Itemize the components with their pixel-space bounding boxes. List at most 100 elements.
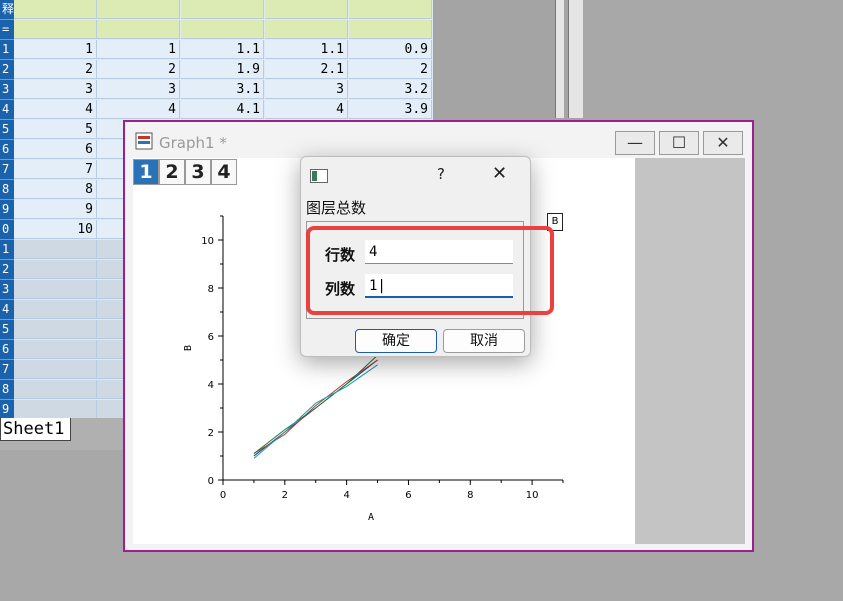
table-cell[interactable]: 0.9 <box>349 40 432 59</box>
graph-window-icon <box>135 132 153 150</box>
x-tick-label: 10 <box>526 490 539 501</box>
table-cell[interactable] <box>97 20 180 39</box>
table-cell[interactable]: 4 <box>97 100 180 119</box>
row-header[interactable]: 1 <box>0 240 14 260</box>
sheet-tab[interactable]: Sheet1 <box>0 418 72 441</box>
legend[interactable]: B <box>547 213 563 231</box>
table-cell[interactable]: 7 <box>14 160 97 179</box>
table-cell[interactable]: 10 <box>14 220 97 239</box>
maximize-button[interactable]: ☐ <box>659 131 699 155</box>
help-icon[interactable]: ? <box>437 165 445 183</box>
cols-input[interactable]: 1| <box>365 274 513 298</box>
row-header[interactable]: 5 <box>0 320 14 340</box>
table-cell[interactable] <box>14 260 97 279</box>
y-tick-label: 0 <box>208 476 214 487</box>
table-cell[interactable] <box>265 0 348 19</box>
table-cell[interactable]: 1.9 <box>181 60 264 79</box>
table-row: 释 <box>0 0 433 20</box>
table-cell[interactable] <box>14 360 97 379</box>
table-cell[interactable]: 9 <box>14 200 97 219</box>
table-row: 1 1 1 1.1 1.1 0.9 <box>0 40 433 60</box>
row-header[interactable]: 1 <box>0 40 14 60</box>
table-cell[interactable]: 4.1 <box>181 100 264 119</box>
table-cell[interactable]: 5 <box>14 120 97 139</box>
table-cell[interactable] <box>181 0 264 19</box>
row-header[interactable]: 7 <box>0 160 14 180</box>
close-button[interactable]: ✕ <box>703 131 743 155</box>
table-cell[interactable] <box>14 240 97 259</box>
minimize-button[interactable]: — <box>615 131 655 155</box>
table-cell[interactable]: 1 <box>14 40 97 59</box>
table-cell[interactable]: 1 <box>97 40 180 59</box>
row-header[interactable]: 9 <box>0 200 14 220</box>
row-header[interactable]: 7 <box>0 360 14 380</box>
table-cell[interactable] <box>97 0 180 19</box>
y-tick-label: 8 <box>208 284 214 295</box>
table-cell[interactable]: 2 <box>14 60 97 79</box>
table-cell[interactable]: 4 <box>14 100 97 119</box>
table-cell[interactable]: 8 <box>14 180 97 199</box>
y-tick-label: 4 <box>208 380 214 391</box>
row-header[interactable]: 4 <box>0 100 14 120</box>
table-row: 4 4 4 4.1 4 3.9 <box>0 100 433 120</box>
table-cell[interactable]: 3 <box>97 80 180 99</box>
table-cell[interactable] <box>14 400 97 419</box>
x-tick-label: 6 <box>405 490 411 501</box>
row-header[interactable]: 2 <box>0 60 14 80</box>
row-header[interactable]: 6 <box>0 140 14 160</box>
layer-tab-3[interactable]: 3 <box>185 159 211 185</box>
layer-tab-4[interactable]: 4 <box>211 159 237 185</box>
table-cell[interactable]: 3 <box>14 80 97 99</box>
row-header[interactable]: 4 <box>0 300 14 320</box>
rows-input[interactable]: 4 <box>365 240 513 264</box>
row-header[interactable]: = <box>0 20 14 40</box>
table-cell[interactable]: 2.1 <box>265 60 348 79</box>
row-header[interactable]: 释 <box>0 0 14 20</box>
table-cell[interactable]: 6 <box>14 140 97 159</box>
table-cell[interactable] <box>14 20 97 39</box>
table-cell[interactable] <box>14 340 97 359</box>
close-icon[interactable]: ✕ <box>492 163 507 184</box>
ok-button[interactable]: 确定 <box>355 329 437 353</box>
table-cell[interactable]: 2 <box>97 60 180 79</box>
row-header[interactable]: 3 <box>0 280 14 300</box>
row-header[interactable]: 6 <box>0 340 14 360</box>
table-cell[interactable] <box>14 280 97 299</box>
table-cell[interactable]: 3.9 <box>349 100 432 119</box>
table-cell[interactable]: 4 <box>265 100 348 119</box>
row-header[interactable]: 8 <box>0 380 14 400</box>
table-cell[interactable] <box>14 380 97 399</box>
row-header[interactable]: 2 <box>0 260 14 280</box>
table-cell[interactable]: 1.1 <box>265 40 348 59</box>
table-cell[interactable] <box>265 20 348 39</box>
x-tick-label: 0 <box>220 490 226 501</box>
y-tick-label: 6 <box>208 332 214 343</box>
table-cell[interactable]: 3.2 <box>349 80 432 99</box>
row-header[interactable]: 5 <box>0 120 14 140</box>
y-tick-label: 10 <box>201 236 214 247</box>
cancel-button[interactable]: 取消 <box>443 329 525 353</box>
row-header[interactable]: 3 <box>0 80 14 100</box>
graph-page-margin <box>635 158 745 544</box>
table-cell[interactable]: 1.1 <box>181 40 264 59</box>
table-cell[interactable]: 3 <box>265 80 348 99</box>
layer-tab-2[interactable]: 2 <box>159 159 185 185</box>
row-header[interactable]: 9 <box>0 400 14 420</box>
row-header[interactable]: 0 <box>0 220 14 240</box>
table-cell[interactable] <box>14 0 97 19</box>
table-cell[interactable]: 3.1 <box>181 80 264 99</box>
layer-count-dialog: ? ✕ 图层总数 行数 4 列数 1| 确定 取消 <box>300 156 531 357</box>
table-row: = <box>0 20 433 40</box>
layer-tab-1[interactable]: 1 <box>133 159 159 185</box>
table-cell[interactable] <box>181 20 264 39</box>
scrollbar-track-2[interactable] <box>568 0 583 118</box>
row-header[interactable]: 8 <box>0 180 14 200</box>
scrollbar-track[interactable] <box>555 0 564 118</box>
table-cell[interactable]: 2 <box>349 60 432 79</box>
y-tick-label: 2 <box>208 428 214 439</box>
group-title: 图层总数 <box>306 199 367 217</box>
table-cell[interactable] <box>349 0 432 19</box>
table-cell[interactable] <box>14 300 97 319</box>
table-cell[interactable] <box>14 320 97 339</box>
table-cell[interactable] <box>349 20 432 39</box>
